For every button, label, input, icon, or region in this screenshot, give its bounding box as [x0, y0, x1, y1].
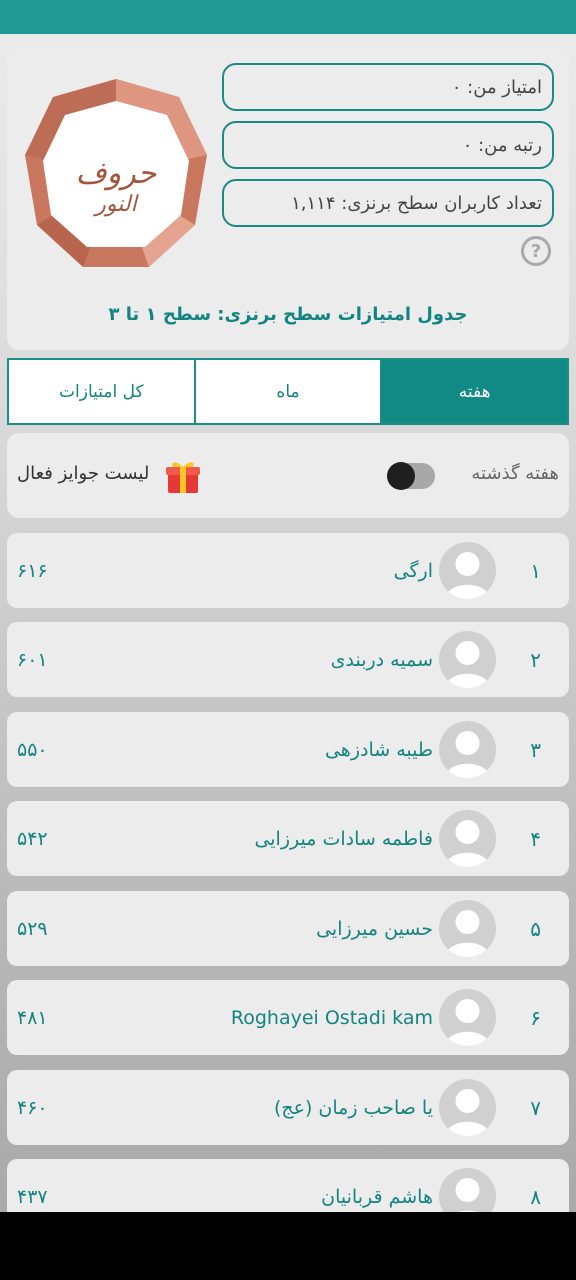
avatar [439, 1079, 496, 1136]
row-name: یا صاحب زمان (عج) [273, 1096, 433, 1119]
row-name: Roghayei Ostadi kam [230, 1006, 433, 1029]
toggle-knob [387, 462, 415, 490]
svg-text:النور: النور [92, 192, 139, 217]
active-prizes-link[interactable]: لیست جوایز فعال [17, 463, 149, 484]
row-score: ۵۲۹ [17, 917, 48, 940]
bronze-users-count-field: تعداد کاربران سطح برنزی: ۱,۱۱۴ [222, 179, 554, 227]
leaderboard-row[interactable]: ۵۵۰ طیبه شادزهی ۳ [7, 712, 569, 787]
leaderboard-row[interactable]: ۵۴۲ فاطمه سادات میرزایی ۴ [7, 801, 569, 876]
row-score: ۶۰۱ [17, 648, 48, 671]
tab-week[interactable]: هفته [382, 360, 568, 423]
period-tabs: کل امتیازات ماه هفته [7, 358, 569, 425]
svg-text:حروف: حروف [76, 156, 157, 191]
row-rank: ۳ [530, 737, 541, 762]
status-bar [0, 0, 576, 34]
page-title: جدول امتیازات سطح برنزی: سطح ۱ تا ۳ [108, 304, 468, 325]
row-rank: ۲ [530, 647, 541, 672]
options-card: لیست جوایز فعال هفته گذشته [7, 433, 569, 518]
row-name: سمیه دربندی [330, 648, 433, 671]
row-name: حسین میرزایی [316, 917, 433, 940]
avatar [439, 810, 496, 867]
row-rank: ۱ [530, 558, 541, 583]
my-rank-field: رتبه من: ۰ [222, 121, 554, 169]
navigation-bar [0, 1212, 576, 1280]
bronze-badge-icon: حروف النور [25, 79, 207, 267]
row-name: ارگی [393, 559, 433, 582]
row-score: ۵۵۰ [17, 738, 48, 761]
avatar [439, 542, 496, 599]
previous-week-toggle[interactable] [387, 462, 435, 490]
leaderboard-row[interactable]: ۴۸۱ Roghayei Ostadi kam ۶ [7, 980, 569, 1055]
row-score: ۴۸۱ [17, 1006, 48, 1029]
avatar [439, 721, 496, 778]
row-rank: ۵ [530, 916, 541, 941]
help-icon[interactable]: ? [521, 236, 551, 266]
avatar [439, 900, 496, 957]
row-rank: ۷ [530, 1095, 541, 1120]
tab-month[interactable]: ماه [196, 360, 383, 423]
tab-all-scores[interactable]: کل امتیازات [9, 360, 196, 423]
header-card: حروف النور امتیاز من: ۰ رتبه من: ۰ تعداد… [7, 49, 569, 350]
avatar [439, 631, 496, 688]
my-score-field: امتیاز من: ۰ [222, 63, 554, 111]
row-rank: ۴ [530, 826, 541, 851]
row-name: طیبه شادزهی [324, 738, 433, 761]
row-score: ۴۶۰ [17, 1096, 48, 1119]
leaderboard-row[interactable]: ۶۰۱ سمیه دربندی ۲ [7, 622, 569, 697]
leaderboard-row[interactable]: ۵۲۹ حسین میرزایی ۵ [7, 891, 569, 966]
leaderboard-row[interactable]: ۴۶۰ یا صاحب زمان (عج) ۷ [7, 1070, 569, 1145]
row-score: ۶۱۶ [17, 559, 48, 582]
gift-icon[interactable] [165, 457, 201, 495]
row-name: فاطمه سادات میرزایی [254, 827, 433, 850]
row-score: ۵۴۲ [17, 827, 48, 850]
row-rank: ۶ [530, 1005, 541, 1030]
avatar [439, 989, 496, 1046]
previous-week-label: هفته گذشته [471, 463, 559, 484]
leaderboard-row[interactable]: ۶۱۶ ارگی ۱ [7, 533, 569, 608]
